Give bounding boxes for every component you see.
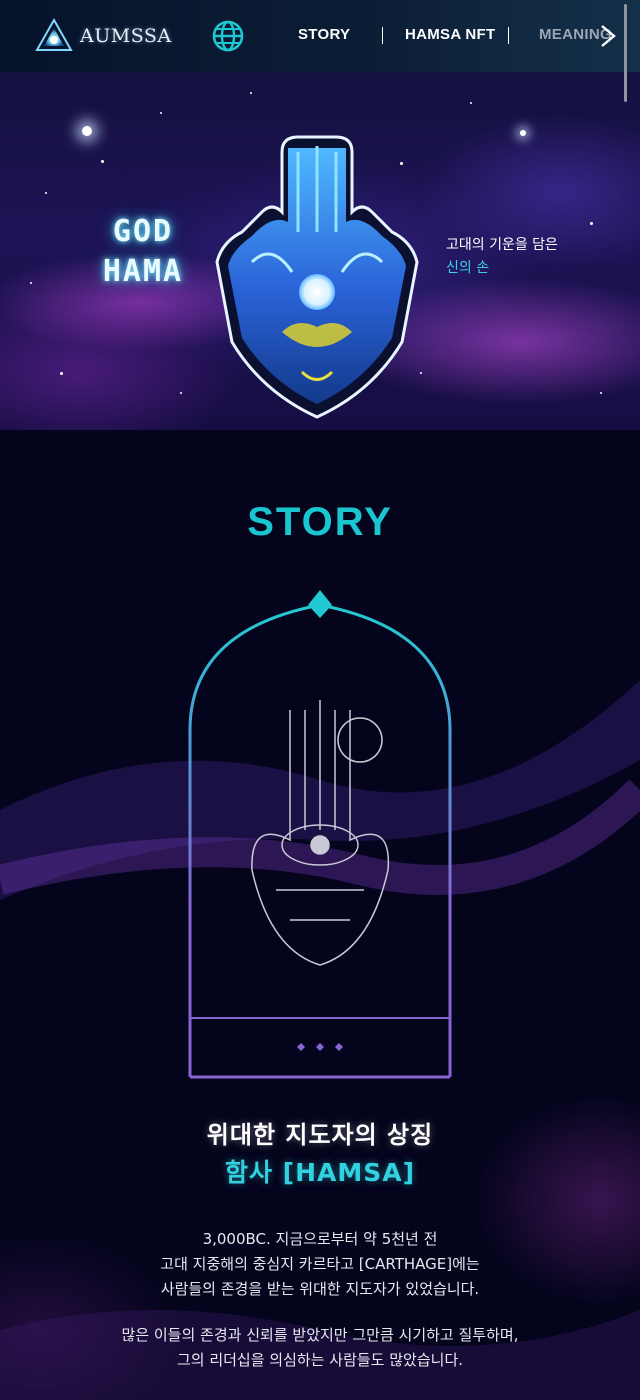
- hero-banner: GOD HAMA 고대의 기운을 담은 신의 손: [0, 72, 640, 430]
- star: [30, 282, 32, 284]
- tagline-line-1: 고대의 기운을 담은: [446, 237, 558, 253]
- story-title: STORY: [247, 500, 393, 544]
- star: [101, 160, 104, 163]
- paragraph-line: 그의 리더십을 의심하는 사람들도 많았습니다.: [176, 1351, 464, 1369]
- god-hama-title: GOD HAMA: [78, 212, 208, 292]
- hero-tagline: 고대의 기운을 담은 신의 손: [446, 234, 558, 280]
- star: [60, 372, 63, 375]
- title-line-2: HAMA: [102, 254, 184, 289]
- star: [600, 392, 602, 394]
- tagline-line-2: 신의 손: [446, 260, 490, 276]
- triangle-logo-icon: [35, 17, 73, 51]
- nav-hamsa-nft[interactable]: HAMSA NFT: [405, 26, 495, 43]
- top-navigation: AUMSSA STORY HAMSA NFT MEANING: [0, 0, 640, 72]
- story-paragraph-2: 많은 이들의 존경과 신뢰를 받았지만 그만큼 시기하고 질투하며, 그의 리더…: [0, 1323, 640, 1373]
- star: [470, 102, 472, 104]
- story-subheading: 함사 [HAMSA]: [224, 1158, 416, 1187]
- star: [250, 92, 252, 94]
- story-paragraph-1: 3,000BC. 지금으로부터 약 5천년 전 고대 지중해의 중심지 카르타고…: [0, 1227, 640, 1302]
- chevron-right-icon[interactable]: [596, 22, 620, 50]
- star: [160, 112, 162, 114]
- star: [590, 222, 593, 225]
- paragraph-line: 3,000BC. 지금으로부터 약 5천년 전: [202, 1230, 438, 1248]
- star: [520, 130, 526, 136]
- nav-divider: [508, 27, 509, 44]
- card-indicator-dots: [297, 1043, 343, 1051]
- sketch-hamsa: [251, 700, 390, 966]
- paragraph-line: 고대 지중해의 중심지 카르타고 [CARTHAGE]에는: [160, 1255, 480, 1273]
- star: [180, 392, 182, 394]
- title-line-1: GOD: [112, 214, 174, 249]
- scrollbar-thumb[interactable]: [624, 4, 627, 102]
- star: [82, 126, 92, 136]
- paragraph-line: 많은 이들의 존경과 신뢰를 받았지만 그만큼 시기하고 질투하며,: [121, 1326, 519, 1344]
- globe-icon[interactable]: [211, 19, 245, 53]
- hamsa-hand-artwork: [215, 135, 419, 419]
- story-card-frame: [188, 590, 452, 1079]
- story-section: STORY 위대한 지도자의 상징 함사 [HAMSA] 3,000BC. 지금…: [0, 430, 640, 1400]
- nav-divider: [382, 27, 383, 44]
- aumssa-logo[interactable]: AUMSSA: [34, 14, 174, 58]
- logo-text: AUMSSA: [80, 25, 172, 47]
- paragraph-line: 사람들의 존경을 받는 위대한 지도자가 있었습니다.: [160, 1280, 480, 1298]
- nav-story[interactable]: STORY: [298, 26, 350, 43]
- story-heading: 위대한 지도자의 상징: [206, 1121, 434, 1149]
- star: [45, 192, 47, 194]
